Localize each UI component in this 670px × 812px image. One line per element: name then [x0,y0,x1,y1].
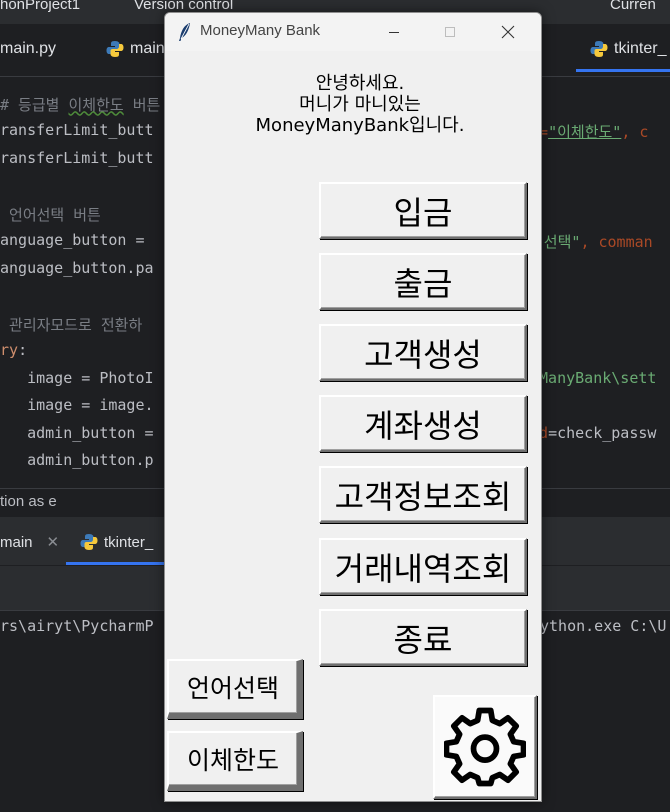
deposit-button[interactable]: 입금 [319,182,527,239]
code-line: image = image. [0,396,154,414]
code-line: admin_button = [0,423,154,442]
code-line: ransferLimit_butt [0,121,154,139]
code-line: ransferLimit_butt [0,148,154,167]
editor-tab-main-py[interactable]: main.py [0,40,56,58]
feather-icon [179,23,190,41]
tab-label: main.py [0,40,57,57]
code-line: ry: [0,341,28,359]
code-line-right: yManyBank\sett [530,368,657,387]
python-icon [80,534,98,550]
greeting-line: 머니가 마니있는 [299,94,421,115]
create-customer-button[interactable]: 고객생성 [319,324,527,381]
code-line-right: t="이체한도", c [530,123,649,141]
code-line: image = PhotoI [0,368,154,387]
python-icon [106,41,124,57]
code-line: 언어선택 버튼 [0,205,101,224]
minimize-icon [389,32,399,33]
code-line: # 등급별 이체한도 버튼 [0,95,161,114]
gear-icon [444,707,526,787]
withdraw-button[interactable]: 출금 [319,253,527,310]
tab-label: main [130,40,165,57]
settings-button[interactable] [433,695,537,799]
run-tab-tkinter[interactable]: tkinter_ [65,533,214,565]
tab-label: tkinter_ [614,40,667,57]
minimize-button[interactable] [371,13,417,51]
close-icon [501,25,515,39]
create-account-button[interactable]: 계좌생성 [319,395,527,452]
customer-info-button[interactable]: 고객정보조회 [319,466,527,523]
console-text: ython.exe C:\U [540,617,667,635]
tab-label: tkinter_ [104,533,154,551]
code-line-right: 어선택", comman [530,233,653,251]
greeting-line: MoneyManyBank입니다. [255,115,465,136]
maximize-button [427,13,473,51]
close-button[interactable] [485,13,531,51]
exit-button[interactable]: 종료 [319,609,527,666]
greeting-label: 안녕하세요. 머니가 마니있는 MoneyManyBank입니다. [205,73,515,136]
code-line: 관리자모드로 전환하 [0,315,143,334]
breadcrumb: tion as e [0,493,57,510]
transaction-history-button[interactable]: 거래내역조회 [319,538,527,595]
close-icon[interactable]: ✕ [47,533,60,551]
maximize-icon [445,27,455,37]
code-line: anguage_button = [0,231,154,249]
console-text: rs\airyt\PycharmP [0,617,154,635]
branch-menu[interactable]: Curren [610,0,656,13]
language-button[interactable]: 언어선택 [167,659,303,719]
editor-tab-main[interactable]: main [106,40,165,58]
python-icon [590,41,608,57]
run-tab-main[interactable]: main ✕ [0,533,60,552]
transfer-limit-button[interactable]: 이체한도 [167,731,303,791]
moneymany-bank-window: MoneyMany Bank 안녕하세요. 머니가 마니있는 MoneyMany… [164,12,542,802]
code-line-right: nd=check_passw [530,423,657,442]
code-line: admin_button.p [0,451,154,469]
project-menu[interactable]: honProject1 [0,0,80,13]
greeting-line: 안녕하세요. [315,73,405,94]
window-title: MoneyMany Bank [200,22,321,39]
title-bar[interactable]: MoneyMany Bank [165,13,541,51]
tab-label: main [0,533,33,551]
code-line: anguage_button.pa [0,258,154,277]
editor-tab-tkinter[interactable]: tkinter_ [575,40,670,72]
